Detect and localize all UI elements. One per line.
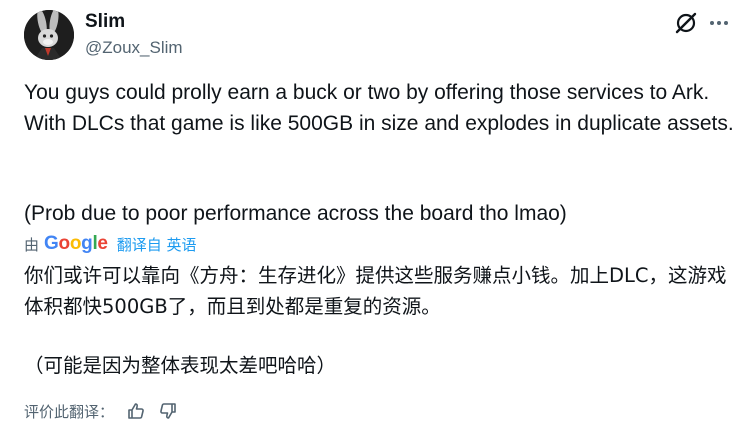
author-handle[interactable]: @Zoux_Slim bbox=[85, 38, 183, 58]
thumbs-down-icon[interactable] bbox=[158, 401, 178, 421]
translated-text-aside: （可能是因为整体表现太差吧哈哈） bbox=[24, 354, 337, 377]
author-name[interactable]: Slim bbox=[85, 11, 125, 33]
translated-text: 你们或许可以靠向《方舟：生存进化》提供这些服务赚点小钱。加上DLC，这游戏体积都… bbox=[24, 264, 727, 318]
thumbs-up-icon[interactable] bbox=[126, 401, 146, 421]
google-logo: Google bbox=[44, 233, 108, 254]
rate-translation: 评价此翻译： bbox=[24, 398, 178, 424]
post-text-aside: (Prob due to poor performance across the… bbox=[24, 202, 567, 225]
post-text: You guys could prolly earn a buck or two… bbox=[24, 81, 734, 135]
translated-from-link[interactable]: 翻译自 英语 bbox=[117, 234, 197, 255]
avatar[interactable] bbox=[24, 10, 74, 60]
more-icon[interactable] bbox=[707, 12, 731, 34]
grok-icon[interactable] bbox=[673, 10, 699, 36]
rate-translation-label: 评价此翻译： bbox=[24, 402, 115, 421]
translation-attribution: 由 Google 翻译自 英语 bbox=[24, 231, 196, 257]
translated-by-label: 由 bbox=[24, 235, 40, 254]
